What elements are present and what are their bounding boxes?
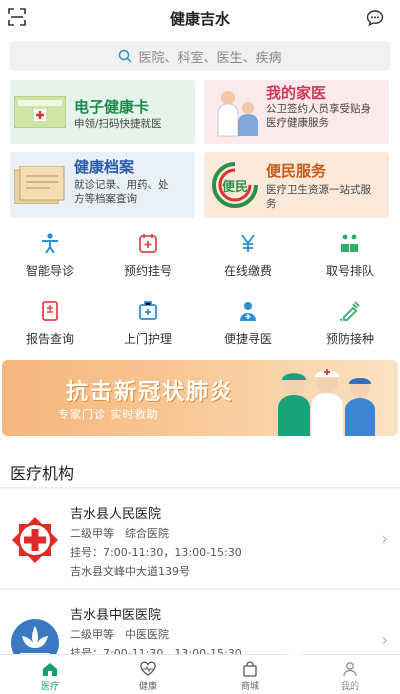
- grid-item-queue[interactable]: 取号排队: [300, 232, 400, 279]
- carousel-dots: [186, 426, 206, 445]
- search-icon: [119, 49, 133, 63]
- grid-label: 智能导诊: [25, 264, 74, 278]
- card-desc: 申领/扫码快捷就医: [74, 118, 162, 130]
- yuan-icon: [241, 234, 255, 252]
- card-title: 我的家医: [266, 84, 327, 102]
- grid-label: 预约挂号: [123, 264, 172, 278]
- search-bar-container: 医院、科室、医生、疾病: [0, 36, 400, 76]
- health-record-icon: [14, 166, 65, 204]
- health-card-icon: [14, 96, 66, 128]
- family-doctor-icon: [217, 91, 258, 137]
- message-icon[interactable]: [366, 9, 384, 27]
- tab-health[interactable]: 健康: [98, 655, 198, 694]
- grid-item-guide[interactable]: 智能导诊: [0, 232, 100, 279]
- svg-text:便民: 便民: [222, 179, 248, 195]
- scan-icon[interactable]: [8, 8, 26, 26]
- banner-title: 抗击新冠状肺炎: [66, 380, 235, 405]
- search-input[interactable]: 医院、科室、医生、疾病: [10, 41, 390, 71]
- nurse-icon: [139, 301, 157, 320]
- grid-item-register[interactable]: 预约挂号: [98, 232, 198, 279]
- card-desc: 医疗卫生资源一站式服务: [266, 184, 371, 210]
- institution-item[interactable]: 吉水县中医医院 二级甲等 中医医院 挂号：7:00-11:30，13:00-15…: [0, 590, 400, 667]
- institution-item[interactable]: 吉水县人民医院 二级甲等 综合医院 挂号：7:00-11:30，13:00-15…: [0, 489, 400, 589]
- grid-label: 报告查询: [25, 332, 74, 346]
- carousel-dot[interactable]: [196, 437, 200, 441]
- shopping-bag-icon: [243, 661, 257, 677]
- card-desc: 公卫签约人员享受贴身医疗健康服务: [266, 103, 371, 129]
- grid-label: 取号排队: [325, 264, 374, 278]
- institution-address: 吉水县文峰中大道139号: [70, 565, 190, 578]
- covid-banner[interactable]: 抗击新冠状肺炎 专家门诊 实时救助: [2, 360, 398, 436]
- register-icon: [139, 234, 157, 253]
- top-bar: 健康吉水: [0, 0, 400, 36]
- red-cross-hospital-logo: [12, 517, 58, 563]
- health-record-tile[interactable]: 健康档案 就诊记录、用药、处方等档案查询: [10, 152, 195, 218]
- vaccine-icon: [339, 301, 360, 322]
- banner-subtitle: 专家门诊 实时救助: [58, 408, 159, 421]
- grid-label: 在线缴费: [223, 264, 272, 278]
- report-icon: [42, 301, 58, 321]
- convenience-service-tile[interactable]: 便民 便民服务 医疗卫生资源一站式服务: [204, 152, 389, 218]
- tab-label: 健康: [138, 682, 157, 692]
- doctor-icon: [240, 302, 256, 321]
- institutions-header: 医疗机构: [0, 448, 400, 488]
- health-card-tile[interactable]: 电子健康卡 申领/扫码快捷就医: [10, 80, 195, 144]
- carousel-dot[interactable]: [186, 437, 190, 441]
- family-doctor-tile[interactable]: 我的家医 公卫签约人员享受贴身医疗健康服务: [204, 80, 389, 144]
- chevron-right-icon: ›: [381, 529, 388, 548]
- home-icon: [43, 663, 57, 676]
- card-title: 便民服务: [266, 162, 327, 180]
- grid-item-payment[interactable]: 在线缴费: [198, 232, 298, 279]
- chevron-right-icon: ›: [381, 630, 388, 649]
- medical-staff-illustration: [278, 369, 375, 436]
- section-title: 医疗机构: [10, 464, 75, 483]
- grid-item-nursing[interactable]: 上门护理: [98, 300, 198, 347]
- card-title: 健康档案: [74, 158, 135, 176]
- search-placeholder: 医院、科室、医生、疾病: [138, 50, 282, 66]
- convenience-logo-icon: 便民: [212, 162, 258, 208]
- page-title: 健康吉水: [169, 9, 230, 28]
- institution-name: 吉水县中医医院: [70, 608, 162, 623]
- tab-label: 医疗: [40, 682, 59, 692]
- institution-level: 二级甲等 综合医院: [70, 527, 169, 540]
- guide-icon: [42, 233, 58, 254]
- institution-hours: 挂号：7:00-11:30，13:00-15:30: [70, 546, 242, 559]
- heart-icon: [140, 661, 156, 676]
- institution-name: 吉水县人民医院: [70, 507, 162, 522]
- grid-item-vaccine[interactable]: 预防接种: [300, 300, 400, 347]
- site-watermark: [276, 652, 390, 688]
- grid-item-report[interactable]: 报告查询: [0, 300, 100, 347]
- tab-medical[interactable]: 医疗: [0, 655, 100, 694]
- card-title: 电子健康卡: [74, 98, 150, 116]
- grid-label: 上门护理: [123, 332, 172, 346]
- grid-label: 预防接种: [325, 332, 374, 346]
- queue-icon: [341, 234, 358, 252]
- grid-label: 便捷寻医: [223, 332, 272, 346]
- grid-item-find-doctor[interactable]: 便捷寻医: [198, 300, 298, 347]
- card-desc: 就诊记录、用药、处方等档案查询: [74, 179, 169, 205]
- institution-level: 二级甲等 中医医院: [70, 628, 169, 641]
